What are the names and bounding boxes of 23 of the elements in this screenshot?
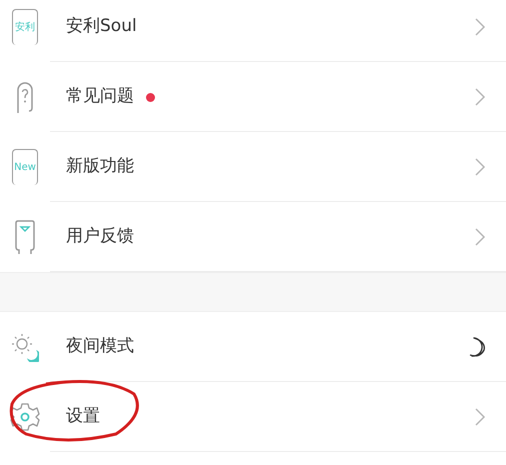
menu-row[interactable]: 安利 安利Soul — [0, 0, 506, 62]
menu-label: 夜间模式 — [66, 335, 134, 358]
chevron-icon — [474, 87, 486, 107]
menu-row[interactable]: 常见问题 — [0, 62, 506, 132]
moon-icon — [468, 336, 486, 358]
menu-label: 用户反馈 — [66, 225, 134, 248]
icon-label: New — [14, 162, 36, 172]
sun-moon-icon — [11, 332, 39, 362]
menu-label: 设置 — [66, 405, 100, 428]
chevron-icon — [474, 17, 486, 37]
menu-label: 常见问题 — [66, 85, 134, 108]
chevron-icon — [474, 157, 486, 177]
menu-row[interactable]: 夜间模式 — [0, 312, 506, 382]
settings-icon — [9, 401, 41, 433]
chevron-icon — [474, 227, 486, 247]
menu-label: 安利Soul — [66, 15, 137, 38]
chevron-icon — [474, 407, 486, 427]
icon-label: 安利 — [15, 22, 35, 32]
question-icon — [15, 80, 35, 114]
feedback-icon — [14, 219, 36, 255]
menu-row[interactable]: New 新版功能 — [0, 132, 506, 202]
menu-row[interactable]: 设置 — [0, 382, 506, 452]
menu-label: 新版功能 — [66, 155, 134, 178]
